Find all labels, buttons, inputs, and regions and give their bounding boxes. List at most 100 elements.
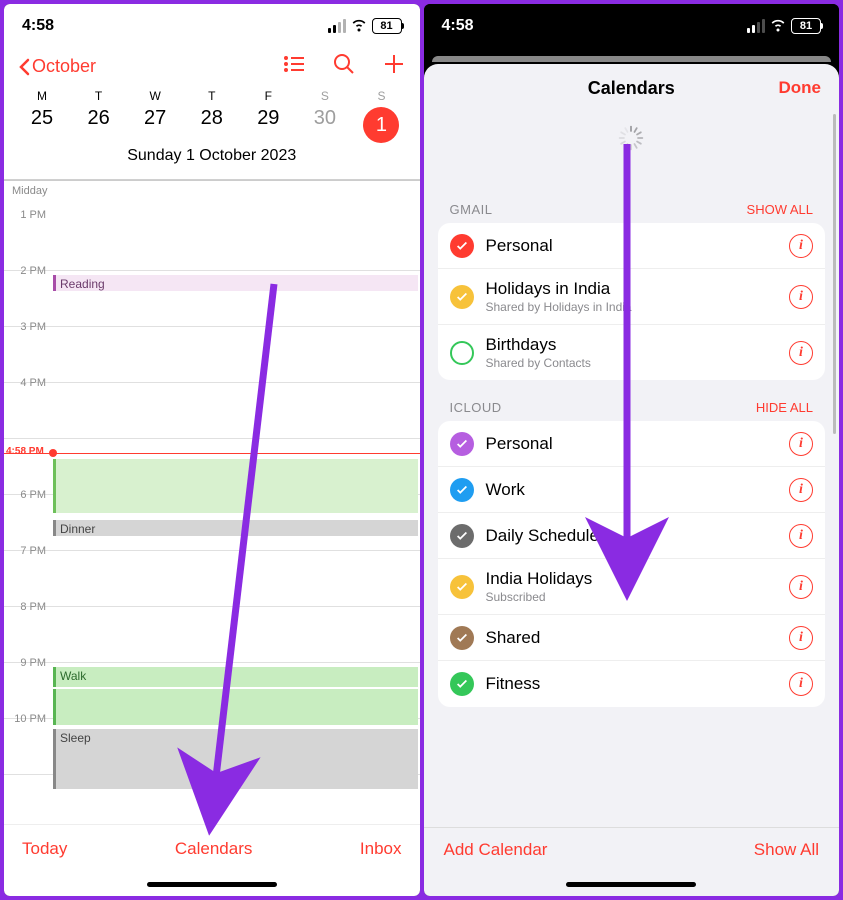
status-icons: 81 — [747, 15, 821, 38]
timeline[interactable]: Midday 1 PM 2 PM 3 PM 4 PM 6 PM 7 PM 8 P… — [4, 180, 420, 824]
chevron-left-icon — [18, 58, 30, 76]
scroll-indicator[interactable] — [833, 114, 836, 434]
calendar-name: Holidays in India — [486, 279, 790, 299]
status-bar: 4:58 81 — [424, 4, 840, 48]
inbox-button[interactable]: Inbox — [360, 839, 402, 859]
event-reading[interactable]: Reading — [53, 275, 418, 291]
list-icon[interactable] — [282, 52, 306, 81]
calendar-name: Work — [486, 480, 790, 500]
calendar-item[interactable]: Holidays in IndiaShared by Holidays in I… — [438, 269, 826, 325]
now-time-label: 4:58 PM — [6, 446, 44, 457]
date-1[interactable]: 1 — [361, 107, 401, 143]
show-all-button[interactable]: SHOW ALL — [747, 202, 813, 217]
event-block-green2[interactable] — [53, 689, 418, 725]
hour-10pm: 10 PM — [4, 713, 52, 725]
calendar-item[interactable]: Daily Schedulei — [438, 513, 826, 559]
calendar-name: Shared — [486, 628, 790, 648]
hour-9pm: 9 PM — [4, 657, 52, 669]
info-icon[interactable]: i — [789, 478, 813, 502]
hour-3pm: 3 PM — [4, 321, 52, 333]
checkmark-icon[interactable] — [450, 626, 474, 650]
add-icon[interactable] — [382, 52, 406, 81]
today-button[interactable]: Today — [22, 839, 67, 859]
search-icon[interactable] — [332, 52, 356, 81]
calendar-name: Birthdays — [486, 335, 790, 355]
add-calendar-button[interactable]: Add Calendar — [444, 840, 548, 860]
info-icon[interactable]: i — [789, 672, 813, 696]
info-icon[interactable]: i — [789, 575, 813, 599]
battery-icon: 81 — [372, 18, 402, 34]
phone-right: 4:58 81 Calendars Done GMAIL SHOW ALL — [424, 4, 840, 896]
event-block-green[interactable] — [53, 459, 418, 513]
info-icon[interactable]: i — [789, 234, 813, 258]
date-27[interactable]: 27 — [135, 107, 175, 143]
info-icon[interactable]: i — [789, 432, 813, 456]
home-indicator[interactable] — [424, 872, 840, 896]
hide-all-button[interactable]: HIDE ALL — [756, 400, 813, 415]
calendar-item[interactable]: Fitnessi — [438, 661, 826, 707]
now-indicator — [4, 453, 420, 454]
bottom-toolbar: Today Calendars Inbox — [4, 824, 420, 872]
checkmark-icon[interactable] — [450, 234, 474, 258]
status-time: 4:58 — [442, 17, 474, 35]
info-icon[interactable]: i — [789, 524, 813, 548]
calendar-item[interactable]: Personal i — [438, 223, 826, 269]
gmail-card: Personal i Holidays in IndiaShared by Ho… — [438, 223, 826, 380]
back-label: October — [32, 56, 96, 77]
icloud-card: Personali Worki Daily Schedulei India Ho… — [438, 421, 826, 707]
calendar-subtitle: Shared by Contacts — [486, 356, 790, 370]
sheet-bottom-bar: Add Calendar Show All — [424, 827, 840, 872]
calendar-item[interactable]: Sharedi — [438, 615, 826, 661]
unchecked-circle-icon[interactable] — [450, 341, 474, 365]
hour-6pm: 6 PM — [4, 489, 52, 501]
status-bar: 4:58 81 — [4, 4, 420, 48]
calendar-subtitle: Shared by Holidays in India — [486, 300, 790, 314]
home-indicator[interactable] — [4, 872, 420, 896]
calendar-name: Personal — [486, 236, 790, 256]
date-30[interactable]: 30 — [305, 107, 345, 143]
hour-4pm: 4 PM — [4, 377, 52, 389]
section-label: ICLOUD — [450, 400, 502, 415]
event-sleep[interactable]: Sleep — [53, 729, 418, 789]
date-28[interactable]: 28 — [192, 107, 232, 143]
checkmark-icon[interactable] — [450, 672, 474, 696]
date-29[interactable]: 29 — [248, 107, 288, 143]
section-header-icloud: ICLOUD HIDE ALL — [424, 400, 840, 421]
section-label: GMAIL — [450, 202, 493, 217]
calendar-item[interactable]: India HolidaysSubscribedi — [438, 559, 826, 615]
back-button[interactable]: October — [18, 56, 96, 77]
calendar-item[interactable]: Worki — [438, 467, 826, 513]
info-icon[interactable]: i — [789, 626, 813, 650]
date-25[interactable]: 25 — [22, 107, 62, 143]
calendar-name: Fitness — [486, 674, 790, 694]
date-26[interactable]: 26 — [79, 107, 119, 143]
event-walk[interactable]: Walk — [53, 667, 418, 687]
battery-icon: 81 — [791, 18, 821, 34]
event-dinner[interactable]: Dinner — [53, 520, 418, 536]
status-time: 4:58 — [22, 17, 54, 35]
status-icons: 81 — [328, 15, 402, 38]
info-icon[interactable]: i — [789, 285, 813, 309]
section-header-gmail: GMAIL SHOW ALL — [424, 202, 840, 223]
checkmark-icon[interactable] — [450, 432, 474, 456]
checkmark-icon[interactable] — [450, 285, 474, 309]
info-icon[interactable]: i — [789, 341, 813, 365]
hour-8pm: 8 PM — [4, 601, 52, 613]
done-button[interactable]: Done — [779, 78, 822, 98]
date-row: 25 26 27 28 29 30 1 — [18, 107, 406, 143]
sheet-title: Calendars — [588, 78, 675, 99]
hour-1pm: 1 PM — [4, 209, 52, 221]
show-all-button[interactable]: Show All — [754, 840, 819, 860]
checkmark-icon[interactable] — [450, 478, 474, 502]
checkmark-icon[interactable] — [450, 575, 474, 599]
calendar-item[interactable]: BirthdaysShared by Contacts i — [438, 325, 826, 380]
weekday-row: MTWTFSS — [18, 89, 406, 103]
calendars-button[interactable]: Calendars — [175, 839, 253, 859]
loading-spinner-icon — [617, 124, 645, 152]
cellular-icon — [747, 19, 765, 33]
calendar-item[interactable]: Personali — [438, 421, 826, 467]
checkmark-icon[interactable] — [450, 524, 474, 548]
hour-7pm: 7 PM — [4, 545, 52, 557]
calendar-name: Personal — [486, 434, 790, 454]
cellular-icon — [328, 19, 346, 33]
